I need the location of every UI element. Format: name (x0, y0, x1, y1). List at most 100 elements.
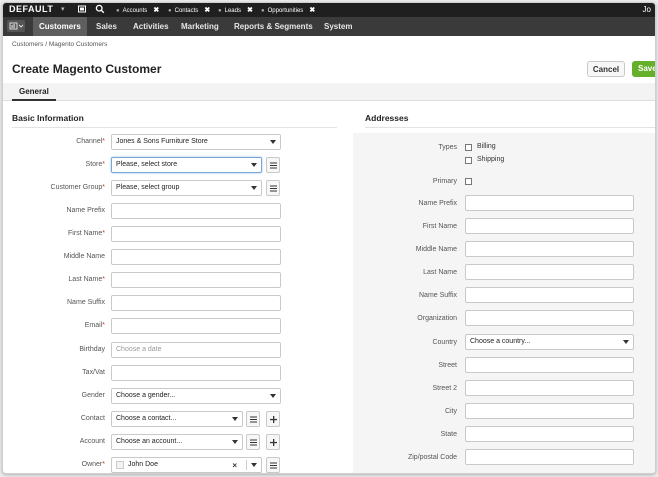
pinned-item-accounts[interactable]: ● Accounts ✖ (116, 6, 159, 14)
list-icon (270, 462, 277, 469)
street2-label: Street 2 (432, 385, 457, 392)
add-contact-button[interactable] (266, 411, 280, 427)
page-title: Create Magento Customer (12, 62, 162, 76)
tax-vat-input[interactable] (111, 365, 281, 381)
store-value: Please, select store (116, 161, 178, 168)
plus-icon (270, 439, 277, 446)
customer-group-select[interactable]: Please, select group (111, 180, 262, 196)
address-first-name-label: First Name (422, 223, 457, 230)
street-label: Street (438, 362, 457, 369)
divider (246, 460, 247, 470)
close-icon[interactable]: ✖ (204, 7, 210, 14)
address-name-suffix-label: Name Suffix (419, 292, 457, 299)
account-value: Choose an account... (116, 438, 183, 445)
state-input[interactable] (465, 426, 634, 442)
email-label: Email* (84, 322, 105, 329)
name-prefix-input[interactable] (111, 203, 281, 219)
name-suffix-input[interactable] (111, 295, 281, 311)
owner-list-button[interactable] (266, 457, 280, 473)
primary-label: Primary (432, 178, 457, 185)
organization-input[interactable] (465, 310, 634, 326)
first-name-label: First Name* (68, 230, 105, 237)
dashboard-menu-button[interactable] (7, 20, 25, 32)
pinned-item-leads[interactable]: ● Leads ✖ (218, 6, 253, 14)
chevron-down-icon (270, 140, 276, 144)
country-select[interactable]: Choose a country... (465, 334, 634, 350)
store-label: Store* (85, 161, 105, 168)
user-menu[interactable]: Jo (643, 5, 651, 14)
menu-customers[interactable]: Customers (33, 17, 87, 36)
birthday-input[interactable]: Choose a date (111, 342, 281, 358)
last-name-label: Last Name* (68, 276, 105, 283)
contact-select[interactable]: Choose a contact... (111, 411, 243, 427)
billing-checkbox[interactable] (465, 144, 472, 151)
main-menu: Customers Sales Activities Marketing Rep… (3, 17, 655, 36)
close-icon[interactable]: ✖ (247, 7, 253, 14)
chevron-down-icon (270, 394, 276, 398)
menu-marketing[interactable]: Marketing (175, 17, 225, 36)
primary-checkbox[interactable] (465, 178, 472, 185)
menu-system[interactable]: System (318, 17, 358, 36)
chevron-down-icon (232, 440, 238, 444)
postal-code-input[interactable] (465, 449, 634, 465)
contact-list-button[interactable] (246, 411, 260, 427)
street-input[interactable] (465, 357, 634, 373)
menu-sales[interactable]: Sales (90, 17, 123, 36)
owner-select[interactable]: John Doe × (111, 457, 262, 473)
middle-name-input[interactable] (111, 249, 281, 265)
address-first-name-input[interactable] (465, 218, 634, 234)
gender-label: Gender (81, 392, 105, 399)
shipping-label: Shipping (477, 156, 505, 163)
breadcrumb: Customers / Magento Customers (12, 41, 108, 48)
customer-group-list-button[interactable] (266, 180, 280, 196)
last-name-input[interactable] (111, 272, 281, 288)
account-list-button[interactable] (246, 434, 260, 450)
store-select[interactable]: Please, select store (111, 157, 262, 173)
postal-code-label: Zip/postal Code (407, 454, 457, 461)
address-name-prefix-label: Name Prefix (418, 200, 457, 207)
list-icon (270, 185, 277, 192)
pinned-label: Leads (224, 8, 241, 14)
address-middle-name-input[interactable] (465, 241, 634, 257)
chevron-down-icon (251, 163, 257, 167)
pinned-item-contacts[interactable]: ● Contacts ✖ (168, 6, 210, 14)
shipping-checkbox[interactable] (465, 157, 472, 164)
org-logo[interactable]: DEFAULT (9, 4, 53, 14)
save-button[interactable]: Save (632, 61, 655, 77)
chevron-down-icon[interactable]: ▾ (61, 5, 65, 13)
search-icon[interactable] (95, 4, 107, 16)
chevron-down-icon (251, 186, 257, 190)
first-name-input[interactable] (111, 226, 281, 242)
menu-activities[interactable]: Activities (127, 17, 175, 36)
store-list-button[interactable] (266, 157, 280, 173)
channel-value: Jones & Sons Furniture Store (116, 138, 208, 145)
pin-page-icon[interactable] (77, 4, 89, 16)
section-divider (12, 127, 337, 128)
name-suffix-label: Name Suffix (67, 299, 105, 306)
gender-select[interactable]: Choose a gender... (111, 388, 281, 404)
tab-bar: General (3, 83, 655, 101)
street2-input[interactable] (465, 380, 634, 396)
clear-icon[interactable]: × (232, 459, 237, 473)
top-bar: DEFAULT ▾ ● Accounts ✖ ● Contacts ✖ ● Leads ✖ … (3, 3, 655, 17)
menu-reports-segments[interactable]: Reports & Segments (228, 17, 319, 36)
address-last-name-input[interactable] (465, 264, 634, 280)
tab-general[interactable]: General (12, 83, 56, 101)
dashboard-icon (9, 22, 24, 30)
cancel-button[interactable]: Cancel (587, 61, 625, 77)
tax-vat-label: Tax/Vat (82, 369, 105, 376)
channel-select[interactable]: Jones & Sons Furniture Store (111, 134, 281, 150)
add-account-button[interactable] (266, 434, 280, 450)
address-name-suffix-input[interactable] (465, 287, 634, 303)
close-icon[interactable]: ✖ (309, 7, 315, 14)
types-label: Types (438, 144, 457, 151)
gender-value: Choose a gender... (116, 392, 176, 399)
pinned-item-opportunities[interactable]: ● Opportunities ✖ (261, 6, 315, 14)
name-prefix-label: Name Prefix (66, 207, 105, 214)
close-icon[interactable]: ✖ (153, 7, 159, 14)
city-input[interactable] (465, 403, 634, 419)
plus-icon (270, 416, 277, 423)
address-name-prefix-input[interactable] (465, 195, 634, 211)
account-select[interactable]: Choose an account... (111, 434, 243, 450)
email-input[interactable] (111, 318, 281, 334)
